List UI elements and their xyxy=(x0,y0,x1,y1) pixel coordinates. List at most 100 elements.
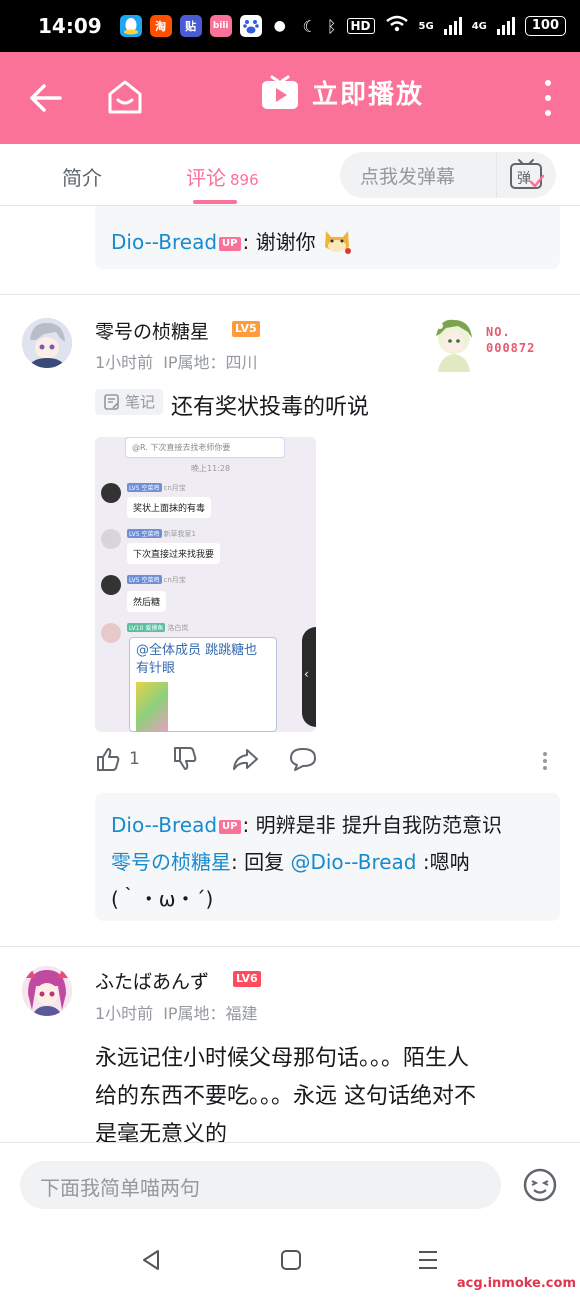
chevron-left-icon: ‹ xyxy=(304,667,309,681)
like-button[interactable]: 1 xyxy=(95,746,140,772)
tab-active-indicator xyxy=(193,200,237,204)
more-options-icon[interactable] xyxy=(538,80,558,116)
comment-input-bar: 下面我简单喵两句 xyxy=(0,1142,580,1224)
danmaku-input[interactable]: 点我发弹幕 xyxy=(340,152,496,198)
qq-icon xyxy=(119,15,142,37)
reply-line: Dio--Bread UP: 明辨是非 提升自我防范意识 xyxy=(111,807,544,844)
comment-meta: 1小时前 IP属地：福建 xyxy=(95,1000,258,1024)
battery-indicator: 100 xyxy=(524,16,566,36)
signal-4g-icon xyxy=(496,17,515,35)
reply-username[interactable]: Dio--Bread xyxy=(111,230,217,254)
tab-intro[interactable]: 简介 xyxy=(62,162,102,191)
system-nav-bar: acg.inmoke.com xyxy=(0,1224,580,1297)
net-4g-label: 4G xyxy=(471,20,487,32)
moon-icon: ☾ xyxy=(302,16,317,36)
comment-count: 896 xyxy=(230,171,259,189)
reply-button[interactable] xyxy=(289,746,317,772)
bluetooth-icon: ᛒ xyxy=(326,16,337,36)
comment-body: 笔记 还有奖状投毒的听说 xyxy=(95,389,369,426)
home-icon[interactable] xyxy=(106,78,144,116)
chat-avatar xyxy=(101,623,121,643)
reply-text: :嗯呐 xyxy=(416,850,470,874)
notification-dot: ● xyxy=(273,18,286,34)
comment-text: 还有奖状投毒的听说 xyxy=(171,395,370,420)
chat-bubble: 下次直接过来找我要 xyxy=(127,543,221,564)
like-count: 1 xyxy=(129,749,140,769)
play-now-button[interactable]: 立即播放 xyxy=(260,74,424,111)
share-button[interactable] xyxy=(231,746,259,772)
comment-input[interactable]: 下面我简单喵两句 xyxy=(20,1161,501,1209)
comment-ip: IP属地：四川 xyxy=(163,353,258,372)
back-arrow-icon[interactable] xyxy=(28,82,64,114)
reply-line-kaomoji: (｀・ω・´) xyxy=(111,887,214,911)
doge-emoji-icon xyxy=(324,231,351,254)
tab-comments[interactable]: 评论 896 xyxy=(186,162,259,191)
fan-badge-card[interactable]: NO. 000872 xyxy=(428,316,558,372)
reply-username[interactable]: 零号の桢糖星 xyxy=(111,850,231,874)
comment-body: 永远记住小时候父母那句话。。。陌生人 给的东西不要吃。。。永远 这句话绝对不 是… xyxy=(95,1040,560,1142)
candy-photo xyxy=(136,682,168,732)
hd-badge: HD xyxy=(346,18,375,34)
note-tag[interactable]: 笔记 xyxy=(95,389,164,415)
reply-text: : 明辨是非 提升自我防范意识 xyxy=(242,813,502,837)
reply-box[interactable]: Dio--Bread UP: 明辨是非 提升自我防范意识 零号の桢糖星: 回复 @… xyxy=(95,793,560,921)
comment-text-line: 给的东西不要吃。。。永远 这句话绝对不 xyxy=(95,1084,476,1109)
danmaku-toggle-button[interactable]: 弹 xyxy=(496,152,556,198)
baidu-icon xyxy=(239,15,262,37)
thumb-up-icon xyxy=(97,748,120,771)
net-5g-label: 5G xyxy=(418,20,434,32)
reply-line: 零号の桢糖星: 回复 @Dio--Bread :嗯呐 xyxy=(111,844,544,881)
chat-avatar xyxy=(101,575,121,595)
comment-bubble-icon xyxy=(290,748,316,771)
side-handle[interactable]: ‹ xyxy=(302,627,316,727)
taobao-icon: 淘 xyxy=(149,15,172,37)
comment-text-line: 永远记住小时候父母那句话。。。陌生人 xyxy=(95,1046,470,1071)
comment-meta: 1小时前 IP属地：四川 xyxy=(95,349,258,373)
svg-text:弹: 弹 xyxy=(517,171,531,187)
comment-text-line: 是毫无意义的 xyxy=(95,1122,228,1142)
avatar[interactable] xyxy=(22,966,72,1016)
nav-menu-icon[interactable] xyxy=(416,1248,440,1272)
comment-username[interactable]: 零号の桢糖星 xyxy=(95,317,209,344)
comment-time: 1小时前 xyxy=(95,353,154,372)
up-badge: UP xyxy=(219,237,241,251)
up-badge: UP xyxy=(219,820,241,834)
nav-back-icon[interactable] xyxy=(140,1248,164,1272)
fan-number: NO. 000872 xyxy=(486,325,536,355)
reply-mid-text: : 回复 xyxy=(231,850,291,874)
chat-bubble-large: @全体成员 跳跳糖也有针眼 xyxy=(129,637,277,732)
thumb-down-icon xyxy=(174,747,197,770)
comment-more-icon[interactable] xyxy=(543,752,547,770)
chat-name: LV10 爱摸鱼 洛白岚 xyxy=(127,623,189,632)
chat-avatar xyxy=(101,483,121,503)
divider xyxy=(0,946,580,947)
reply-box-prev[interactable]: Dio--Bread UP: 谢谢你 xyxy=(95,206,560,269)
chat-top-text: @R. 下次直接去找老师你要 xyxy=(125,437,285,458)
chat-name: LV5 空菜鸡 cn月宝 xyxy=(127,483,186,492)
comment-image[interactable]: @R. 下次直接去找老师你要 晚上11:28 LV5 空菜鸡 cn月宝 奖状上面抹… xyxy=(95,437,316,732)
watermark: acg.inmoke.com xyxy=(456,1276,576,1291)
reply-username[interactable]: Dio--Bread xyxy=(111,813,217,837)
danmaku-icon: 弹 xyxy=(509,159,544,189)
tab-comments-label: 评论 xyxy=(186,166,226,190)
dislike-button[interactable] xyxy=(172,746,198,772)
chat-name: LV5 空菜鸡 cn月宝 xyxy=(127,575,186,584)
level-badge: LV5 xyxy=(232,321,260,337)
video-header: 立即播放 xyxy=(0,52,580,144)
note-icon xyxy=(104,394,119,410)
comment-actions: 1 xyxy=(95,746,560,780)
chat-bubble: 奖状上面抹的有毒 xyxy=(127,497,212,518)
play-now-label: 立即播放 xyxy=(312,80,425,110)
nav-home-icon[interactable] xyxy=(279,1248,303,1272)
tv-play-icon xyxy=(262,75,298,109)
reply-mention[interactable]: @Dio--Bread xyxy=(290,850,416,874)
share-icon xyxy=(233,749,258,770)
chat-avatar xyxy=(101,529,121,549)
avatar[interactable] xyxy=(22,318,72,368)
divider xyxy=(0,294,580,295)
tieba-icon: 贴 xyxy=(179,15,202,37)
comment-username[interactable]: ふたばあんず xyxy=(95,967,209,994)
status-time: 14:09 xyxy=(38,14,102,38)
bilibili-icon: bili xyxy=(209,15,232,37)
emoji-icon[interactable] xyxy=(522,1167,558,1203)
